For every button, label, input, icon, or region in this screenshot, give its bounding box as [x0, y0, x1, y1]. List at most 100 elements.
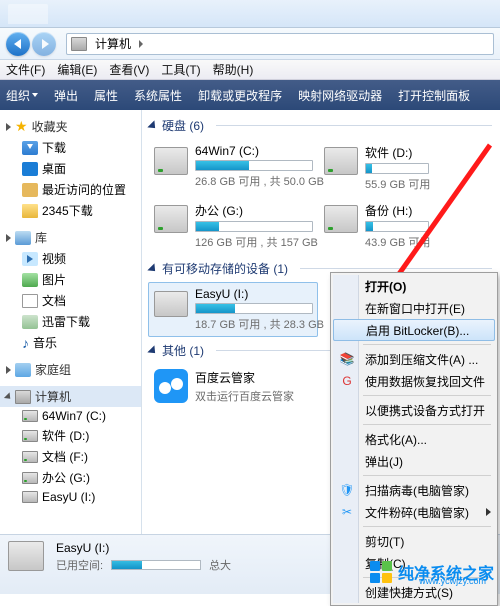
- tri-icon: [6, 366, 11, 374]
- drive-icon: [22, 472, 38, 484]
- ctx-bitlocker[interactable]: 启用 BitLocker(B)...: [333, 319, 495, 341]
- status-used-label: 已用空间:: [56, 557, 103, 573]
- tri-icon: [147, 120, 158, 131]
- usage-bar: [365, 163, 429, 174]
- ctx-recover[interactable]: G使用数据恢复找回文件: [333, 370, 495, 392]
- sidebar-drive-c[interactable]: 64Win7 (C:): [0, 407, 141, 425]
- sidebar-item-videos[interactable]: 视频: [0, 248, 141, 269]
- menu-tools[interactable]: 工具(T): [161, 61, 200, 78]
- recover-icon: G: [339, 373, 355, 389]
- drive-g[interactable]: 办公 (G:)126 GB 可用 , 共 157 GB: [148, 197, 318, 255]
- star-icon: ★: [15, 118, 28, 135]
- shred-icon: ✂: [339, 504, 355, 520]
- sidebar-computer[interactable]: 计算机: [0, 386, 141, 407]
- back-button[interactable]: [6, 32, 30, 56]
- sidebar-item-documents[interactable]: 文档: [0, 290, 141, 311]
- sidebar-item-pictures[interactable]: 图片: [0, 269, 141, 290]
- sidebar-drive-g[interactable]: 办公 (G:): [0, 467, 141, 488]
- titlebar-tab: [8, 4, 48, 24]
- hdd-icon: [324, 147, 358, 175]
- xunlei-icon: [22, 315, 38, 329]
- ctx-cut[interactable]: 剪切(T): [333, 530, 495, 552]
- toolbar-uninstall[interactable]: 卸载或更改程序: [198, 87, 282, 104]
- breadcrumb-computer[interactable]: 计算机: [91, 35, 135, 52]
- watermark: 纯净系统之家 www.ycwjzy.com: [370, 560, 494, 584]
- toolbar-organize[interactable]: 组织: [6, 87, 38, 104]
- menu-edit[interactable]: 编辑(E): [57, 61, 97, 78]
- drive-h[interactable]: 备份 (H:)43.9 GB 可用 , 共 49: [318, 197, 434, 255]
- document-icon: [22, 294, 38, 308]
- drive-i[interactable]: EasyU (I:)18.7 GB 可用 , 共 28.3 GB: [148, 282, 318, 337]
- tri-icon: [147, 345, 158, 356]
- status-total-label: 总大: [209, 557, 231, 573]
- usage-bar: [365, 221, 429, 232]
- sidebar-drive-f[interactable]: 文档 (F:): [0, 446, 141, 467]
- usage-bar: [195, 221, 313, 232]
- sidebar-item-desktop[interactable]: 桌面: [0, 158, 141, 179]
- menubar: 文件(F) 编辑(E) 查看(V) 工具(T) 帮助(H): [0, 60, 500, 80]
- navbar: 计算机: [0, 28, 500, 60]
- context-menu: 打开(O) 在新窗口中打开(E) 启用 BitLocker(B)... 📚添加到…: [330, 272, 498, 606]
- ctx-open-new-window[interactable]: 在新窗口中打开(E): [333, 297, 495, 319]
- menu-file[interactable]: 文件(F): [6, 61, 45, 78]
- computer-icon: [15, 390, 31, 404]
- drive-icon: [22, 451, 38, 463]
- sidebar-item-2345[interactable]: 2345下载: [0, 200, 141, 221]
- sidebar-homegroup[interactable]: 家庭组: [0, 359, 141, 380]
- library-icon: [15, 231, 31, 245]
- homegroup-icon: [15, 363, 31, 377]
- sidebar-item-recent[interactable]: 最近访问的位置: [0, 179, 141, 200]
- usage-bar: [195, 303, 313, 314]
- sidebar-item-music[interactable]: ♪音乐: [0, 332, 141, 353]
- tri-icon: [6, 234, 11, 242]
- drive-icon: [22, 430, 38, 442]
- chevron-right-icon[interactable]: [139, 40, 143, 48]
- hdd-icon: [154, 147, 188, 175]
- sidebar-favorites[interactable]: ★收藏夹: [0, 116, 141, 137]
- download-icon: [22, 141, 38, 155]
- address-bar[interactable]: 计算机: [66, 33, 494, 55]
- computer-icon: [71, 37, 87, 51]
- watermark-logo-icon: [370, 561, 392, 583]
- ctx-scan[interactable]: 🛡扫描病毒(电脑管家): [333, 479, 495, 501]
- group-hdd[interactable]: 硬盘 (6): [142, 114, 500, 137]
- forward-button[interactable]: [32, 32, 56, 56]
- desktop-icon: [22, 162, 38, 176]
- drive-c[interactable]: 64Win7 (C:)26.8 GB 可用 , 共 50.0 GB: [148, 139, 318, 197]
- menu-help[interactable]: 帮助(H): [213, 61, 254, 78]
- music-icon: ♪: [22, 335, 29, 351]
- toolbar-eject[interactable]: 弹出: [54, 87, 78, 104]
- status-drive-name: EasyU (I:): [56, 541, 231, 555]
- toolbar-controlpanel[interactable]: 打开控制面板: [398, 87, 470, 104]
- drive-d[interactable]: 软件 (D:)55.9 GB 可用 , 共 61: [318, 139, 434, 197]
- sidebar-item-news[interactable]: 迅雷下载: [0, 311, 141, 332]
- other-baidu[interactable]: 百度云管家双击运行百度云管家: [148, 364, 318, 409]
- arrow-left-icon: [14, 39, 21, 49]
- sidebar-drive-d[interactable]: 软件 (D:): [0, 425, 141, 446]
- sidebar-drive-i[interactable]: EasyU (I:): [0, 488, 141, 506]
- toolbar-properties[interactable]: 属性: [94, 87, 118, 104]
- drive-icon: [22, 410, 38, 422]
- folder-icon: [22, 204, 38, 218]
- ctx-portable[interactable]: 以便携式设备方式打开: [333, 399, 495, 421]
- toolbar-system[interactable]: 系统属性: [134, 87, 182, 104]
- ctx-format[interactable]: 格式化(A)...: [333, 428, 495, 450]
- status-usage-bar: [111, 560, 201, 570]
- tri-icon: [6, 123, 11, 131]
- submenu-arrow-icon: [486, 508, 491, 516]
- picture-icon: [22, 273, 38, 287]
- tri-icon: [147, 263, 158, 274]
- sidebar: ★收藏夹 下载 桌面 最近访问的位置 2345下载 库 视频 图片 文档 迅雷下…: [0, 110, 142, 534]
- titlebar: [0, 0, 500, 28]
- ctx-shred[interactable]: ✂文件粉碎(电脑管家): [333, 501, 495, 523]
- ctx-open[interactable]: 打开(O): [333, 275, 495, 297]
- recent-icon: [22, 183, 38, 197]
- toolbar-netdrive[interactable]: 映射网络驱动器: [298, 87, 382, 104]
- sidebar-libraries[interactable]: 库: [0, 227, 141, 248]
- sidebar-item-downloads[interactable]: 下载: [0, 137, 141, 158]
- toolbar: 组织 弹出 属性 系统属性 卸载或更改程序 映射网络驱动器 打开控制面板: [0, 80, 500, 110]
- menu-view[interactable]: 查看(V): [109, 61, 149, 78]
- watermark-url: www.ycwjzy.com: [419, 576, 486, 586]
- ctx-add-zip[interactable]: 📚添加到压缩文件(A) ...: [333, 348, 495, 370]
- ctx-eject[interactable]: 弹出(J): [333, 450, 495, 472]
